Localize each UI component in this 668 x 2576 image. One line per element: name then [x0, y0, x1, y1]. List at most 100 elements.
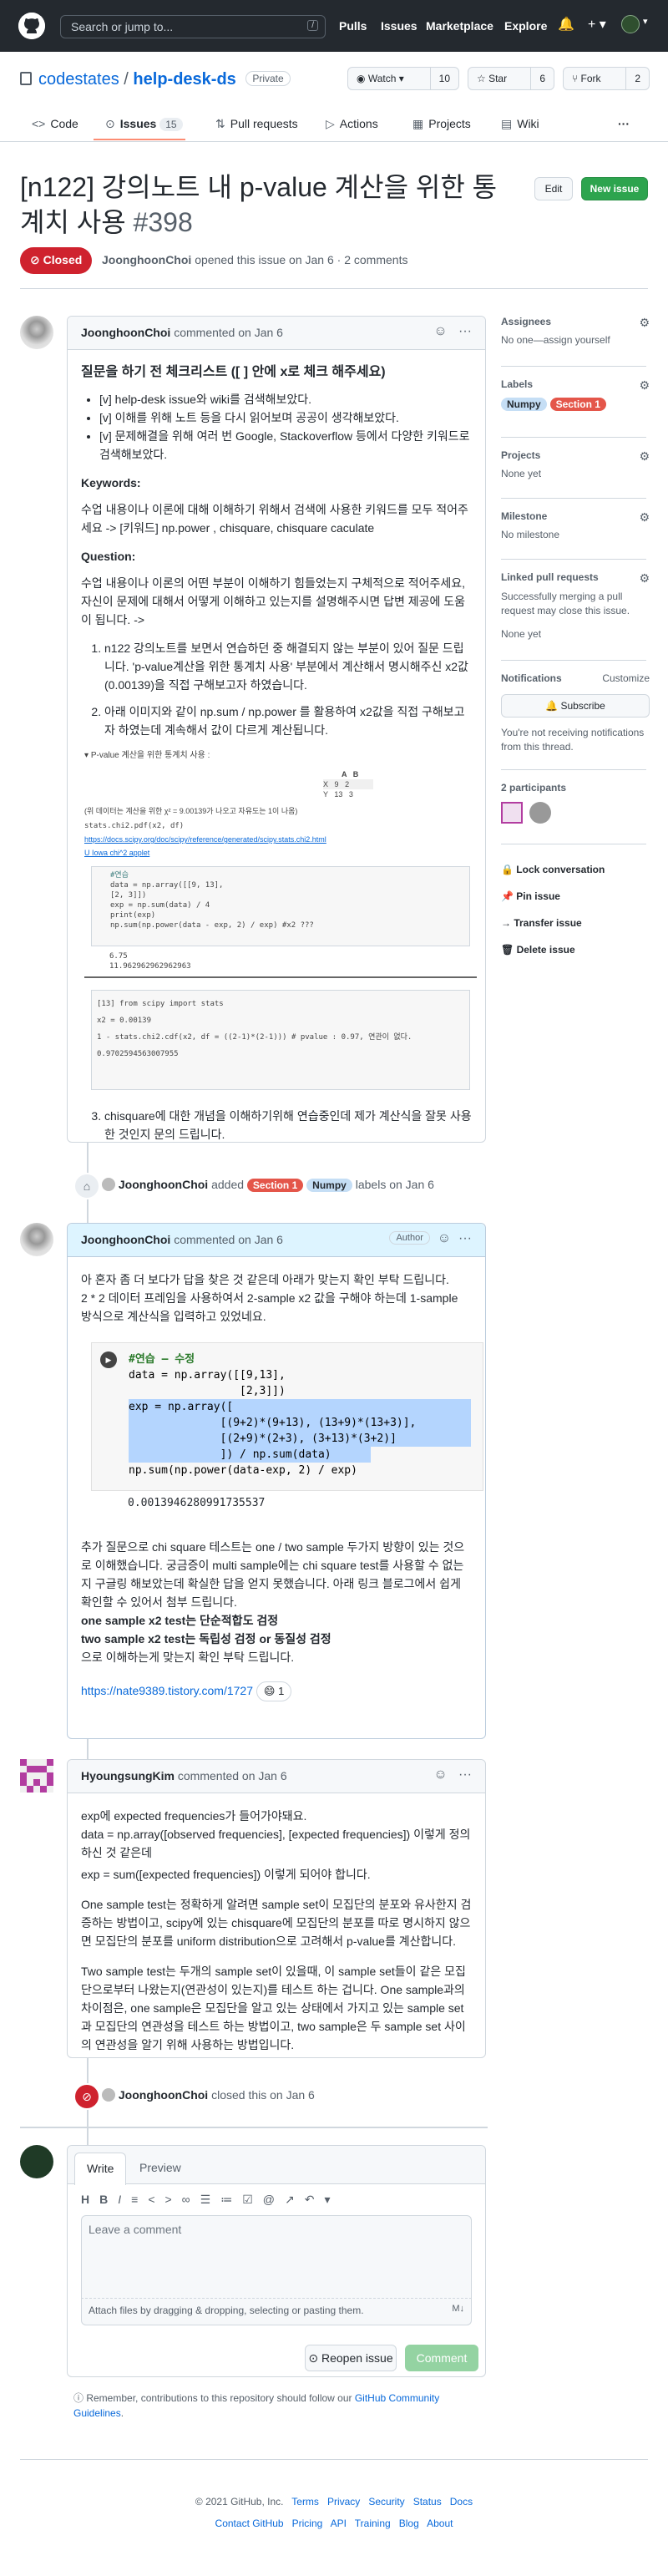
customize-link[interactable]: Customize: [602, 672, 650, 684]
attach-files-bar[interactable]: Attach files by dragging & dropping, sel…: [81, 2299, 472, 2325]
tab-wiki[interactable]: ▤ Wiki: [501, 117, 539, 131]
star-button[interactable]: ☆ Star 6: [468, 67, 554, 90]
tab-projects[interactable]: ▦ Projects: [412, 117, 471, 131]
footer-link-about[interactable]: About: [427, 2518, 453, 2529]
mini-table-header: B: [352, 770, 359, 778]
footer-link-pricing[interactable]: Pricing: [292, 2518, 323, 2529]
nav-marketplace[interactable]: Marketplace: [426, 19, 493, 33]
nav-explore[interactable]: Explore: [504, 19, 547, 33]
footer-link-training[interactable]: Training: [355, 2518, 391, 2529]
new-issue-button[interactable]: New issue: [581, 177, 648, 200]
reopen-issue-button[interactable]: ⊙ Reopen issue: [305, 2345, 397, 2371]
tab-write[interactable]: Write: [74, 2153, 127, 2185]
tab-issues[interactable]: ⊙ Issues 15: [105, 117, 183, 131]
label-section-1[interactable]: Section 1: [246, 1179, 304, 1192]
repo-owner-link[interactable]: codestates: [38, 70, 119, 89]
heading-icon[interactable]: H: [81, 2193, 99, 2206]
delete-issue-action[interactable]: 🗑 Delete issue: [501, 936, 650, 963]
tab-preview[interactable]: Preview: [139, 2161, 181, 2174]
avatar[interactable]: [102, 2088, 115, 2102]
comment-textarea[interactable]: Leave a comment: [81, 2215, 472, 2299]
avatar[interactable]: [20, 1759, 53, 1793]
tab-code-label: Code: [50, 117, 78, 130]
chevron-down-icon[interactable]: ▾: [643, 16, 648, 27]
comment-author[interactable]: JoonghoonChoi: [81, 326, 170, 339]
label-section-1[interactable]: Section 1: [549, 398, 606, 411]
numbered-list-icon[interactable]: ≔: [220, 2193, 242, 2206]
comment-1: JoonghoonChoi commented on Jan 6 ☺ ··· 질…: [67, 316, 486, 1143]
gear-icon[interactable]: ⚙: [639, 571, 650, 586]
link-icon[interactable]: ∞: [182, 2193, 200, 2206]
label-numpy[interactable]: Numpy: [501, 398, 547, 411]
emoji-reaction-icon[interactable]: ☺: [433, 1767, 447, 1782]
reaction-button[interactable]: 😄 1: [256, 1681, 292, 1701]
run-cell-icon[interactable]: ▶: [100, 1351, 117, 1368]
iowa-applet-link[interactable]: U Iowa chi^2 applet: [84, 848, 149, 858]
divider: [20, 288, 648, 289]
avatar[interactable]: [20, 1223, 53, 1256]
mention-icon[interactable]: @: [263, 2193, 285, 2206]
quote-icon[interactable]: ≡: [131, 2193, 148, 2206]
kebab-menu-icon[interactable]: ···: [458, 1767, 472, 1782]
task-list-icon[interactable]: ☑: [242, 2193, 263, 2206]
avatar[interactable]: [20, 2145, 53, 2178]
bold-icon[interactable]: B: [99, 2193, 118, 2206]
comment-author[interactable]: JoonghoonChoi: [81, 1233, 170, 1246]
event-actor[interactable]: JoonghoonChoi: [119, 2088, 208, 2102]
lock-conversation-action[interactable]: 🔒 Lock conversation: [501, 856, 650, 883]
tab-actions[interactable]: ▷ Actions: [326, 117, 378, 131]
footer-link-terms[interactable]: Terms: [291, 2496, 319, 2508]
user-avatar[interactable]: [621, 15, 640, 33]
reply-icon[interactable]: ↶▾: [305, 2193, 341, 2206]
search-input[interactable]: Search or jump to... /: [60, 15, 326, 38]
watch-button[interactable]: ◉ Watch ▾ 10: [347, 67, 459, 90]
assignees-text[interactable]: No one—assign yourself: [501, 334, 650, 346]
gear-icon[interactable]: ⚙: [639, 510, 650, 525]
github-logo-icon[interactable]: [18, 13, 45, 39]
plus-dropdown-icon[interactable]: + ▾: [588, 16, 606, 33]
code-icon[interactable]: <>: [148, 2193, 181, 2206]
gear-icon[interactable]: ⚙: [639, 316, 650, 330]
footer-link-docs[interactable]: Docs: [450, 2496, 473, 2508]
nav-pulls[interactable]: Pulls: [339, 19, 367, 33]
cross-reference-icon[interactable]: ↗: [285, 2193, 305, 2206]
fork-button[interactable]: ⑂ Fork 2: [563, 67, 650, 90]
avatar[interactable]: [20, 316, 53, 349]
issue-author[interactable]: JoonghoonChoi: [102, 253, 191, 266]
avatar[interactable]: [102, 1178, 115, 1191]
footer-link-status[interactable]: Status: [413, 2496, 442, 2508]
tab-pull-requests[interactable]: ⇅ Pull requests: [215, 117, 298, 131]
footer-link-privacy[interactable]: Privacy: [327, 2496, 360, 2508]
emoji-reaction-icon[interactable]: ☺: [433, 324, 447, 338]
tab-code[interactable]: <> Code: [32, 117, 78, 130]
kebab-menu-icon[interactable]: ···: [458, 1231, 472, 1245]
nav-issues[interactable]: Issues: [381, 19, 418, 33]
comment-author[interactable]: HyoungsungKim: [81, 1769, 175, 1782]
italic-icon[interactable]: I: [118, 2193, 131, 2206]
transfer-issue-action[interactable]: → Transfer issue: [501, 910, 650, 936]
bullet-list-icon[interactable]: ☰: [200, 2193, 221, 2206]
scipy-docs-link[interactable]: https://docs.scipy.org/doc/scipy/referen…: [84, 834, 326, 844]
bell-icon[interactable]: 🔔: [558, 16, 574, 33]
footer-link-api[interactable]: API: [331, 2518, 347, 2529]
footer-link-blog[interactable]: Blog: [399, 2518, 419, 2529]
avatar[interactable]: [529, 802, 551, 824]
gear-icon[interactable]: ⚙: [639, 378, 650, 393]
event-actor[interactable]: JoonghoonChoi: [119, 1178, 208, 1191]
visibility-badge: Private: [245, 71, 291, 86]
more-tabs-icon[interactable]: ···: [618, 117, 630, 130]
gear-icon[interactable]: ⚙: [639, 449, 650, 464]
kebab-menu-icon[interactable]: ···: [458, 324, 472, 338]
subscribe-button[interactable]: 🔔 Subscribe: [501, 694, 650, 718]
emoji-reaction-icon[interactable]: ☺: [438, 1231, 451, 1245]
label-numpy[interactable]: Numpy: [306, 1179, 352, 1192]
avatar[interactable]: [501, 802, 523, 824]
footer-link-contact[interactable]: Contact GitHub: [215, 2518, 284, 2529]
footer-link-security[interactable]: Security: [368, 2496, 404, 2508]
details-summary[interactable]: ▾ P-value 계산을 위한 통계치 사용 :: [84, 751, 210, 761]
comment-button[interactable]: Comment: [405, 2345, 478, 2371]
edit-button[interactable]: Edit: [534, 177, 573, 200]
pin-issue-action[interactable]: 📌 Pin issue: [501, 883, 650, 910]
blog-link[interactable]: https://nate9389.tistory.com/1727: [81, 1684, 253, 1697]
repo-name-link[interactable]: help-desk-ds: [133, 70, 235, 89]
